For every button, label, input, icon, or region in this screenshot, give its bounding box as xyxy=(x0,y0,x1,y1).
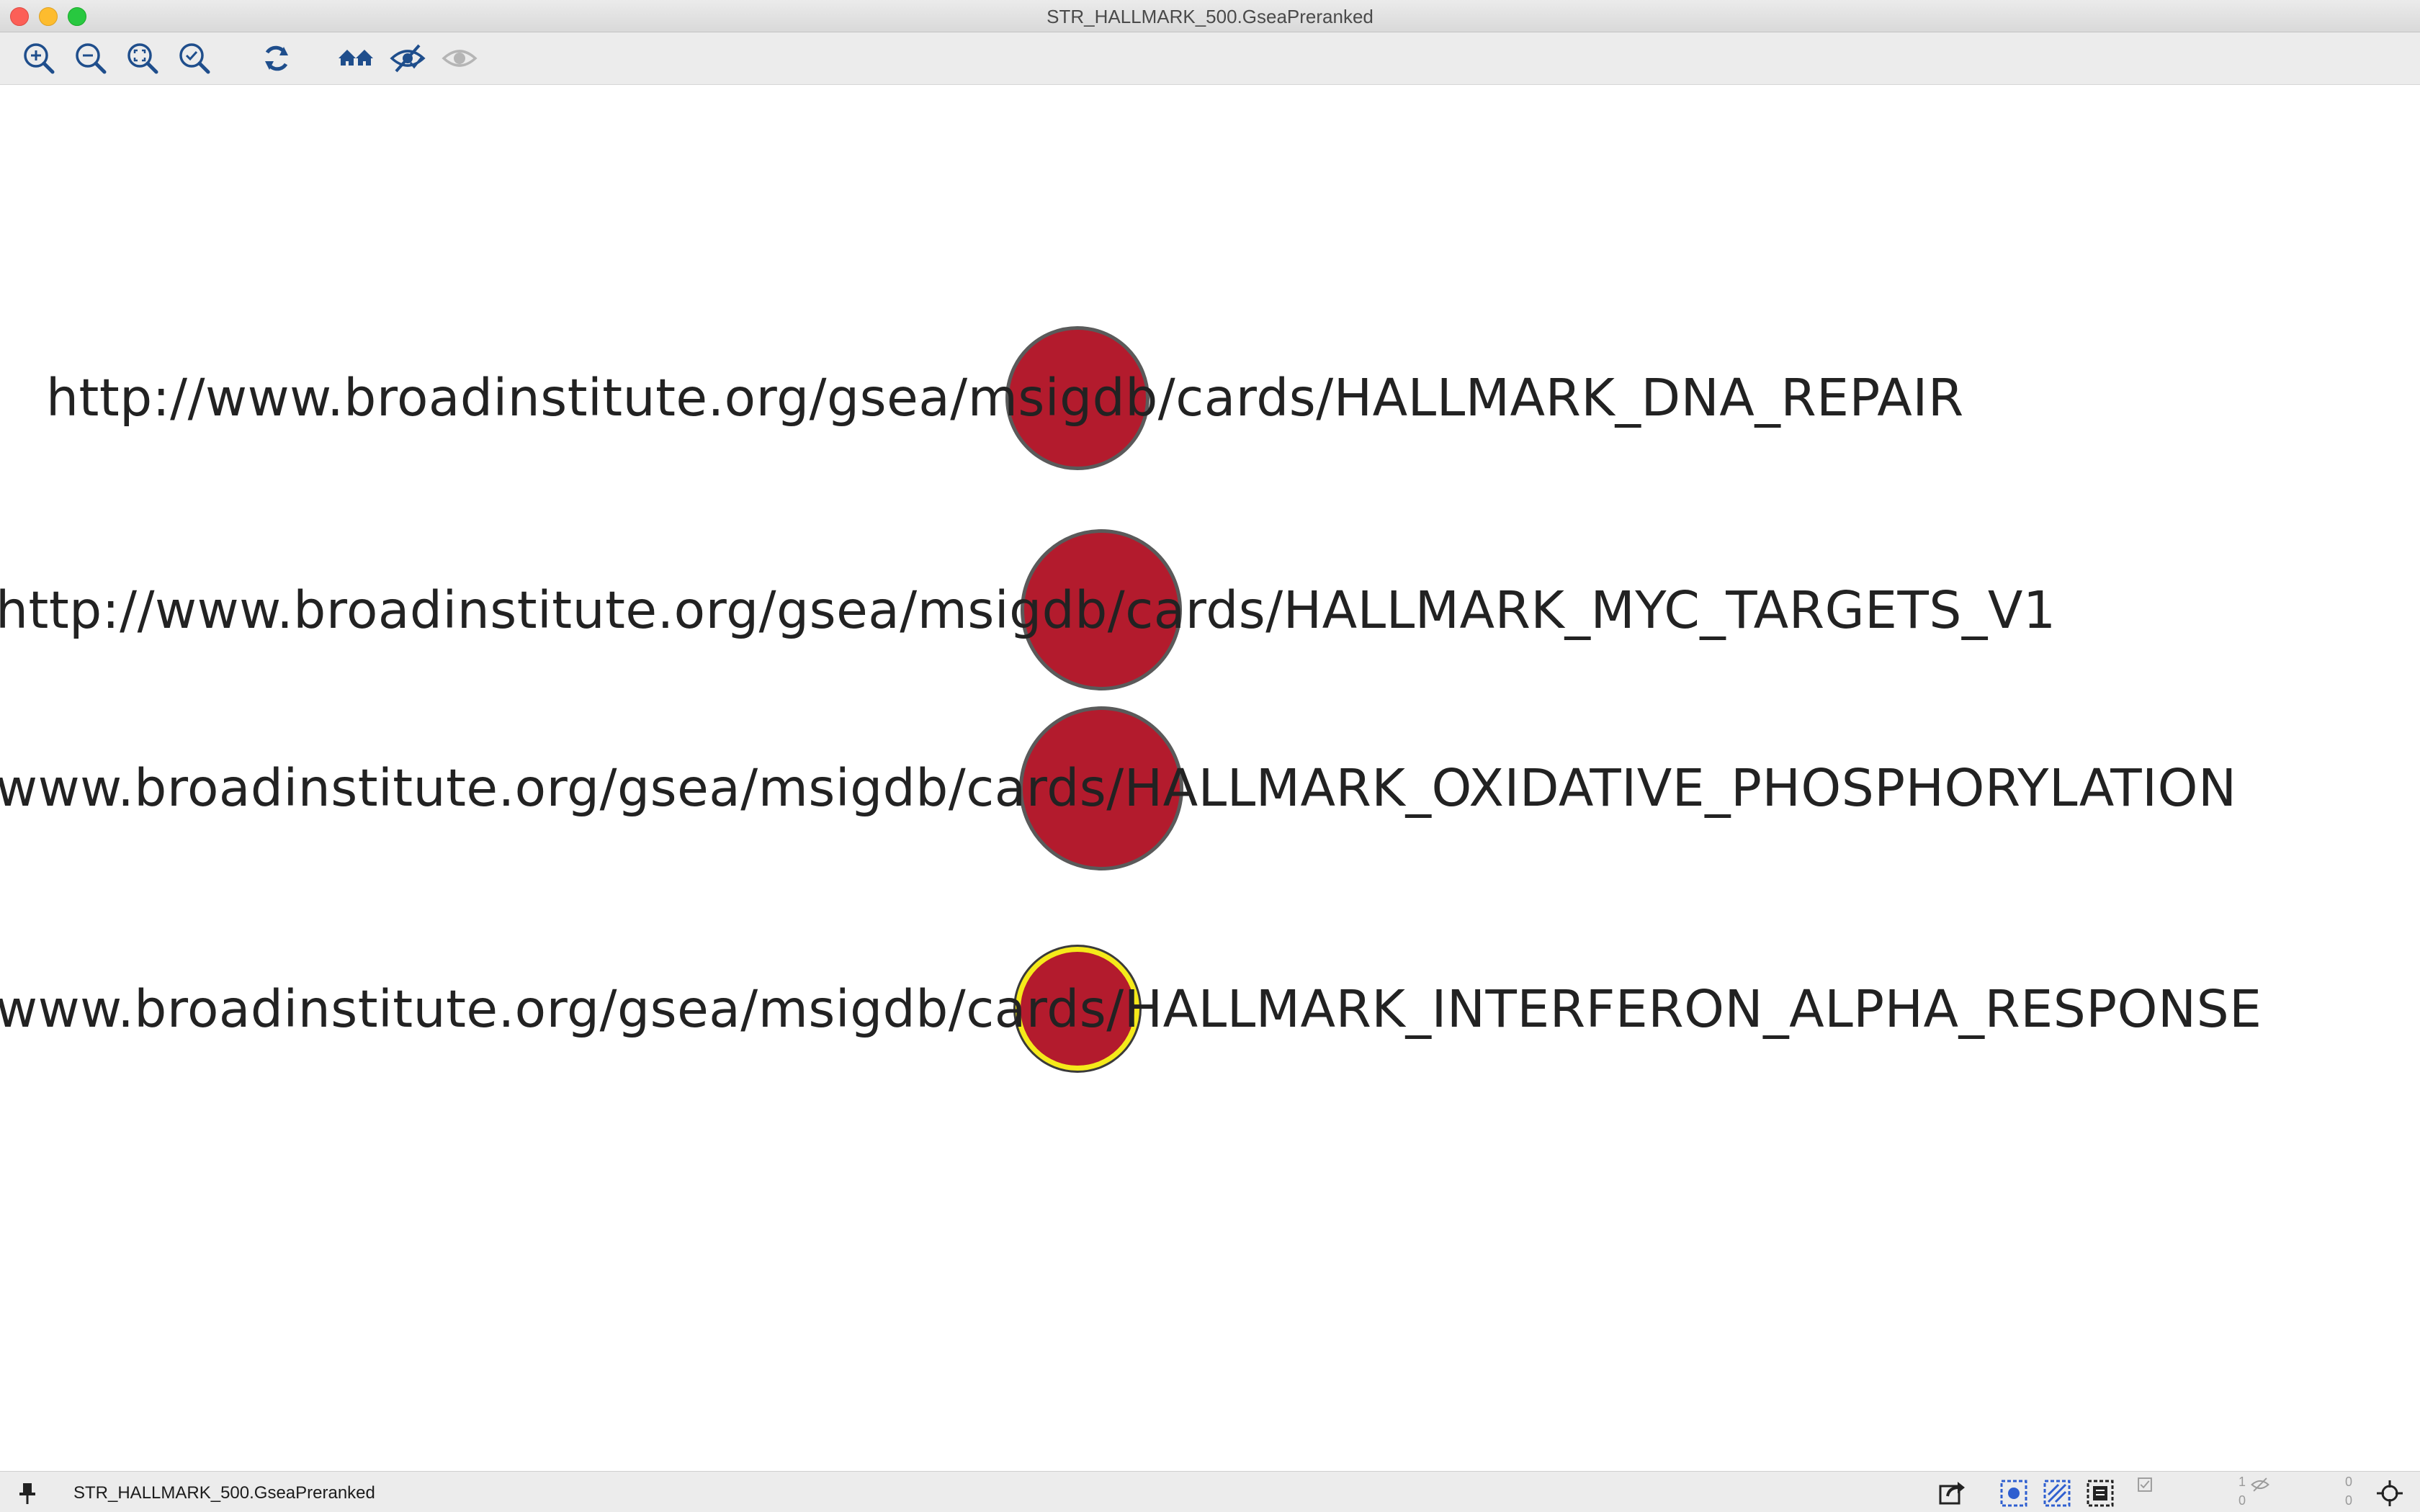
refresh-button[interactable] xyxy=(256,38,297,78)
home-icon xyxy=(339,50,373,66)
export-icon[interactable] xyxy=(1936,1477,1968,1509)
zoom-selected-button[interactable] xyxy=(174,38,215,78)
network-toolbar xyxy=(0,32,2420,85)
show-all-button[interactable] xyxy=(336,38,376,78)
title-bar: STR_HALLMARK_500.GseaPreranked xyxy=(0,0,2420,32)
node-label: http://www.broadinstitute.org/gsea/msigd… xyxy=(0,580,2056,640)
zoom-fit-icon xyxy=(127,43,158,74)
eye-icon xyxy=(442,50,478,67)
status-bar: STR_HALLMARK_500.GseaPreranked 1 0 0 0 xyxy=(0,1471,2420,1512)
selected-edges-count: 0 xyxy=(2344,1475,2352,1489)
select-edges-icon[interactable] xyxy=(2041,1477,2073,1509)
select-annotations-icon[interactable] xyxy=(2084,1477,2116,1509)
hidden-edges-count: 0 xyxy=(2344,1493,2352,1508)
zoom-in-icon xyxy=(24,43,55,74)
hide-icon xyxy=(390,44,426,73)
network-canvas[interactable]: http://www.broadinstitute.org/gsea/msigd… xyxy=(0,85,2420,1470)
zoom-in-button[interactable] xyxy=(19,38,59,78)
zoom-out-button[interactable] xyxy=(71,38,111,78)
select-nodes-icon[interactable] xyxy=(1998,1477,2030,1509)
selected-nodes-count: 1 xyxy=(2238,1475,2246,1489)
hide-selected-button[interactable] xyxy=(387,38,428,78)
node-label: http://www.broadinstitute.org/gsea/msigd… xyxy=(46,368,1964,428)
app-window: STR_HALLMARK_500.GseaPreranked http://ww… xyxy=(0,0,2420,1512)
network-name-label: STR_HALLMARK_500.GseaPreranked xyxy=(73,1483,375,1503)
node-label: www.broadinstitute.org/gsea/msigdb/cards… xyxy=(0,979,2262,1039)
refresh-icon xyxy=(265,45,288,71)
pin-icon[interactable] xyxy=(12,1477,43,1509)
zoom-out-icon xyxy=(76,43,107,74)
window-title: STR_HALLMARK_500.GseaPreranked xyxy=(1047,6,1373,27)
hidden-nodes-count: 0 xyxy=(2238,1493,2246,1508)
selected-checkbox-icon xyxy=(2135,1475,2155,1495)
node-label: www.broadinstitute.org/gsea/msigdb/cards… xyxy=(0,758,2237,818)
show-hidden-button[interactable] xyxy=(439,38,480,78)
hidden-eye-icon xyxy=(2250,1475,2270,1495)
zoom-fit-button[interactable] xyxy=(122,38,163,78)
navigate-crosshair-icon[interactable] xyxy=(2374,1477,2406,1509)
zoom-selected-icon xyxy=(179,43,210,74)
